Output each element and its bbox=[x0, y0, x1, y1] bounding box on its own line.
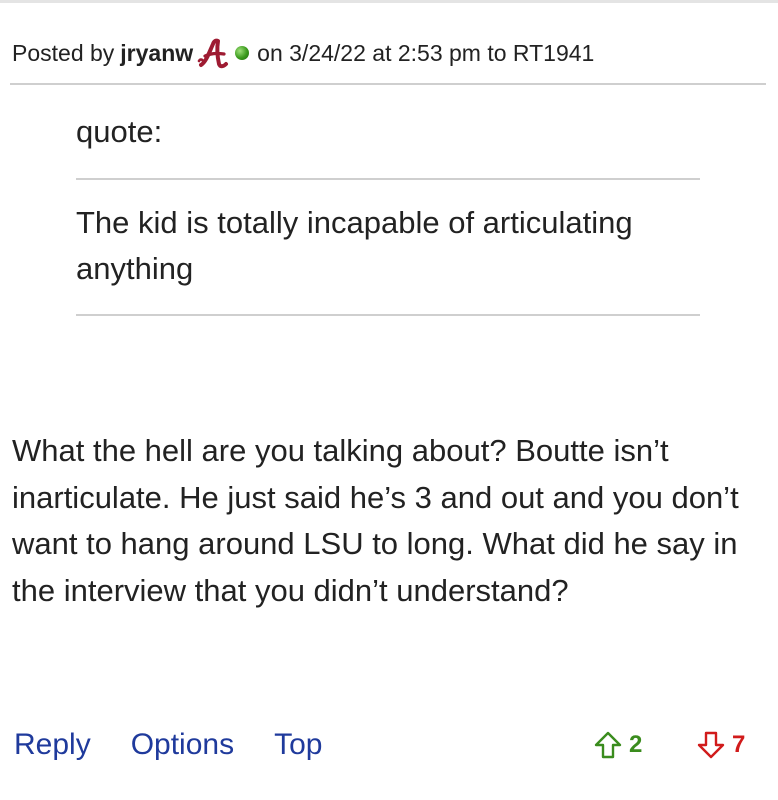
quote-label: quote: bbox=[76, 114, 163, 149]
quote-text: The kid is totally incapable of articula… bbox=[76, 205, 633, 286]
arrow-up-icon bbox=[594, 731, 622, 759]
posted-by-label: Posted by bbox=[12, 39, 115, 66]
downvote-button[interactable]: 7 bbox=[696, 730, 745, 760]
quote-block: quote: The kid is totally incapable of a… bbox=[76, 112, 700, 316]
top-border bbox=[0, 0, 778, 3]
upvote-button[interactable]: 2 bbox=[593, 730, 642, 760]
online-status-icon bbox=[235, 46, 250, 60]
arrow-down-icon bbox=[697, 731, 725, 759]
quote-divider-top bbox=[76, 178, 700, 180]
quote-divider-bottom bbox=[76, 314, 700, 316]
options-link[interactable]: Options bbox=[131, 728, 234, 762]
post-body-text: What the hell are you talking about? Bou… bbox=[12, 433, 739, 608]
alabama-script-a-icon bbox=[197, 36, 231, 70]
top-link[interactable]: Top bbox=[274, 728, 322, 762]
downvote-count: 7 bbox=[732, 731, 746, 758]
post-header: Posted by jryanw on 3/24/22 at 2:53 pm t… bbox=[12, 36, 594, 70]
post-actions: Reply Options Top bbox=[14, 728, 322, 762]
header-divider bbox=[10, 83, 766, 85]
post-meta: on 3/24/22 at 2:53 pm to RT1941 bbox=[257, 39, 595, 66]
upvote-count: 2 bbox=[629, 731, 643, 758]
username-link[interactable]: jryanw bbox=[120, 40, 193, 67]
reply-link[interactable]: Reply bbox=[14, 728, 91, 762]
